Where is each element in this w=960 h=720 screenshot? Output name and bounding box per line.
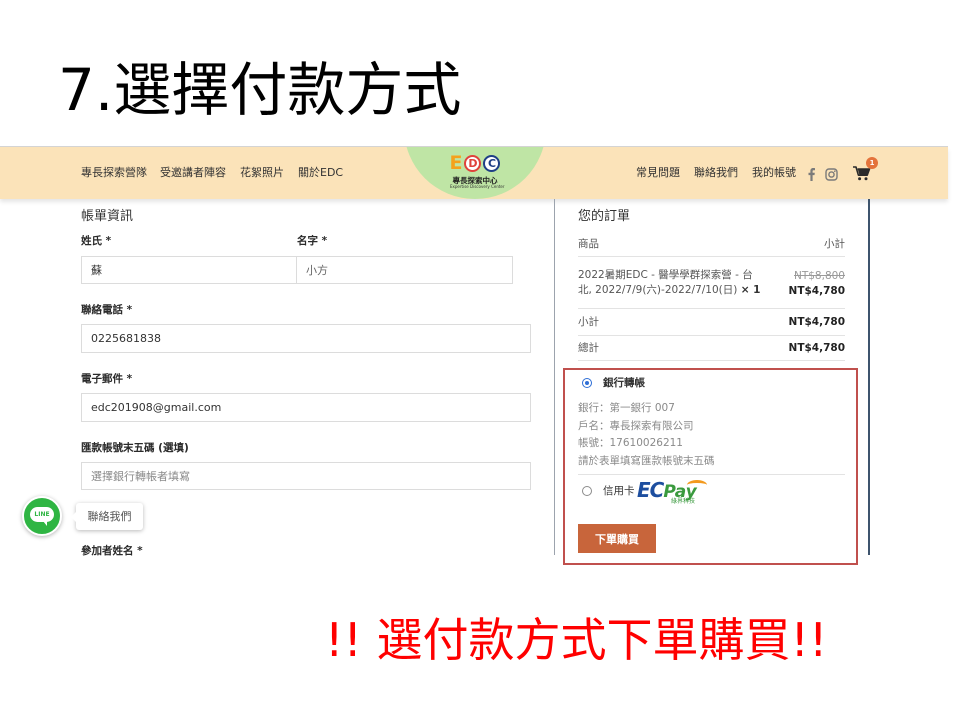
order-heading: 您的訂單 <box>578 209 631 224</box>
participant-name-label: 參加者姓名 * <box>81 545 143 557</box>
last-name-label-text: 姓氏 <box>81 235 102 247</box>
payment-highlight-box <box>563 368 858 565</box>
order-item-title: 2022暑期EDC - 醫學學群探索營 - 台北, 2022/7/9(六)-20… <box>578 269 753 296</box>
required-asterisk: * <box>105 235 112 247</box>
subtotal-label: 小計 <box>578 316 599 328</box>
phone-label-text: 聯絡電話 <box>81 304 123 316</box>
last-name-label: 姓氏 * <box>81 235 111 247</box>
phone-label: 聯絡電話 * <box>81 304 132 316</box>
nav-item-contact[interactable]: 聯絡我們 <box>694 166 738 180</box>
order-col-product: 商品 <box>578 238 599 250</box>
subtotal-value: NT$4,780 <box>788 316 845 328</box>
logo-letters: E D C <box>425 153 525 173</box>
order-divider <box>578 360 845 361</box>
first-name-label-text: 名字 <box>297 235 318 247</box>
account-last5-label: 匯款帳號末五碼 (選填) <box>81 442 189 454</box>
email-label-text: 電子郵件 <box>81 373 123 385</box>
instagram-icon[interactable] <box>825 166 838 185</box>
participant-name-label-text: 參加者姓名 <box>81 545 134 557</box>
email-input[interactable] <box>81 393 531 422</box>
cart-count-badge: 1 <box>866 157 878 169</box>
total-value: NT$4,780 <box>788 342 845 354</box>
required-asterisk: * <box>126 304 133 316</box>
order-item-qty: × 1 <box>740 284 761 296</box>
logo-letter-e: E <box>449 152 463 174</box>
logo-letter-c: C <box>483 154 501 172</box>
cart-icon[interactable] <box>853 166 871 185</box>
slide-page: 7.選擇付款方式 專長探索營隊 受邀講者陣容 花絮照片 關於EDC E D C … <box>0 0 960 720</box>
order-divider <box>578 256 845 257</box>
total-label: 總計 <box>578 342 599 354</box>
required-asterisk: * <box>321 235 328 247</box>
line-tooltip-text: 聯絡我們 <box>87 510 132 523</box>
nav-item-faq[interactable]: 常見問題 <box>636 166 680 180</box>
nav-item-about[interactable]: 關於EDC <box>298 166 343 180</box>
nav-item-account[interactable]: 我的帳號 <box>752 166 796 180</box>
edc-logo[interactable]: E D C 專長探索中心 Expertise Discovery Center <box>425 153 525 193</box>
order-panel-right-border <box>868 199 870 555</box>
line-icon: LINE <box>30 507 54 526</box>
logo-name-en: Expertise Discovery Center <box>450 184 505 189</box>
nav-item-speakers[interactable]: 受邀講者陣容 <box>160 166 226 180</box>
facebook-icon[interactable] <box>808 166 815 185</box>
order-item-name: 2022暑期EDC - 醫學學群探索營 - 台北, 2022/7/9(六)-20… <box>578 268 762 298</box>
line-chat-button[interactable]: LINE <box>22 496 62 536</box>
order-item-original-price: NT$8,800 <box>793 270 845 282</box>
line-icon-text: LINE <box>34 511 50 518</box>
site-header: 專長探索營隊 受邀講者陣容 花絮照片 關於EDC E D C 專長探索中心 Ex… <box>0 147 948 199</box>
required-asterisk: * <box>137 545 143 557</box>
order-col-subtotal: 小計 <box>824 238 845 250</box>
order-panel-left-border <box>554 199 555 555</box>
logo-letter-d: D <box>464 154 482 172</box>
nav-item-photos[interactable]: 花絮照片 <box>240 166 284 180</box>
billing-heading: 帳單資訊 <box>81 209 134 224</box>
last-name-input[interactable] <box>81 256 297 284</box>
order-item-price: NT$4,780 <box>788 285 845 297</box>
email-label: 電子郵件 * <box>81 373 132 385</box>
order-divider <box>578 308 845 309</box>
phone-input[interactable] <box>81 324 531 353</box>
line-contact-tooltip[interactable]: 聯絡我們 <box>71 503 143 530</box>
nav-item-camps[interactable]: 專長探索營隊 <box>81 166 147 180</box>
first-name-input[interactable] <box>296 256 513 284</box>
first-name-label: 名字 * <box>297 235 327 247</box>
required-asterisk: * <box>126 373 133 385</box>
slide-callout: !! 選付款方式下單購買!! <box>325 613 828 667</box>
order-divider <box>578 335 845 336</box>
slide-title: 7.選擇付款方式 <box>58 56 462 124</box>
account-last5-input[interactable] <box>81 462 531 490</box>
